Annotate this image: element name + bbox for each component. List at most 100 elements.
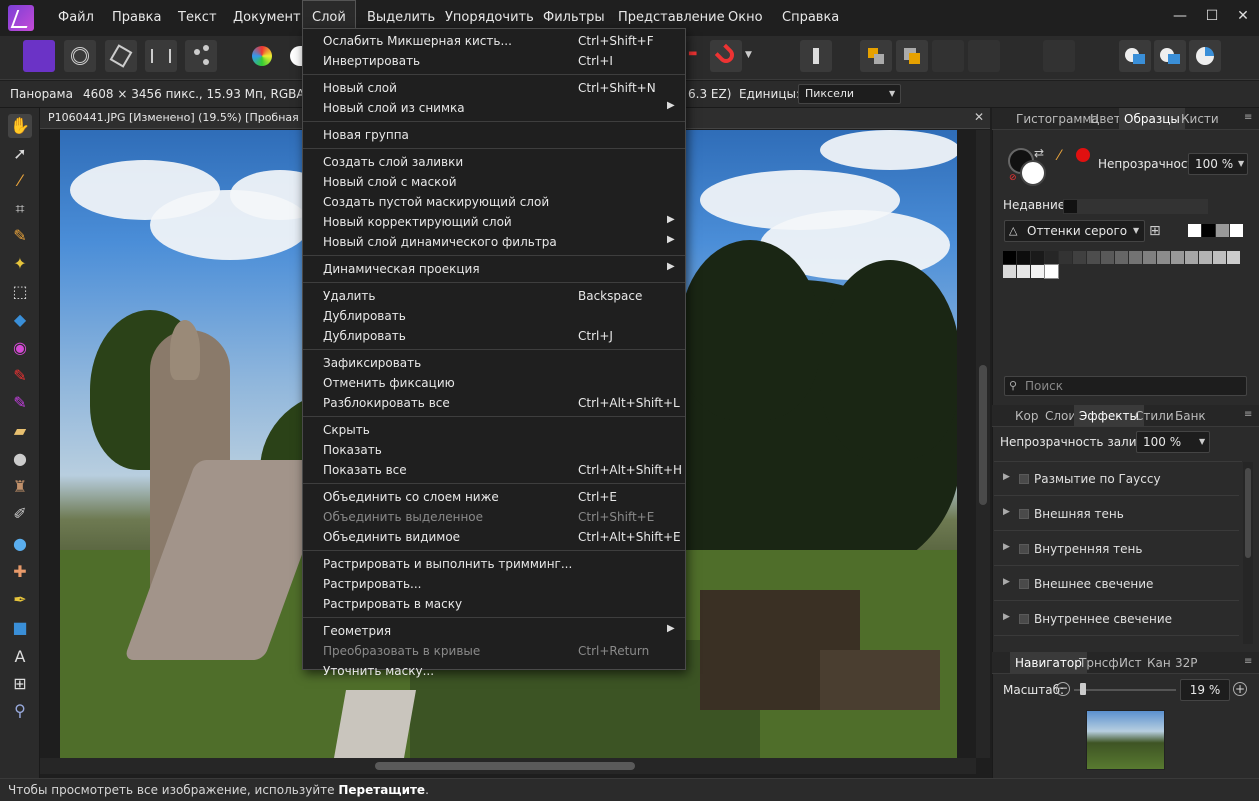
boolean-subtract-icon[interactable] [1154,40,1186,72]
tab-brushes[interactable]: Кисти [1176,108,1224,130]
swatch-search-input[interactable]: Поиск ⚲ [1004,376,1247,396]
arrange-front-icon[interactable] [932,40,964,72]
accent-color-swatch-icon[interactable] [1076,148,1090,162]
effect-checkbox[interactable] [1019,474,1029,484]
mask-icon[interactable]: ▬ [688,48,702,60]
vertical-scroll-thumb[interactable] [979,365,987,505]
menu-help[interactable]: Справка [773,0,848,36]
menu-item[interactable]: Новый слой Ctrl+Shift+N [303,78,685,98]
smudge-tool-icon[interactable]: ✐ [8,502,32,526]
menu-edit[interactable]: Правка [103,0,170,36]
swatch[interactable] [1031,251,1044,264]
effect-checkbox[interactable] [1019,509,1029,519]
swatch[interactable] [1115,251,1128,264]
menu-item[interactable]: Растрировать и выполнить тримминг... [303,554,685,574]
dodge-tool-icon[interactable]: ● [8,447,32,471]
swatch[interactable] [1073,251,1086,264]
rectangle-tool-icon[interactable]: ■ [8,616,32,640]
swatch[interactable] [1199,251,1212,264]
tab-stock[interactable]: Банк [1170,405,1211,427]
menu-item[interactable]: Новая группа [303,125,685,145]
navigator-thumbnail[interactable] [1086,710,1165,770]
menu-item[interactable]: Скрыть [303,420,685,440]
recent-swatch[interactable] [1064,200,1077,213]
hand-tool-icon[interactable]: ✋ [8,114,32,138]
palette-options-icon[interactable]: ⊞ [1149,223,1161,239]
menu-item[interactable]: Новый слой динамического фильтра ▶ [303,232,685,252]
swatch[interactable] [1171,251,1184,264]
zoom-tool-icon[interactable]: ⚲ [8,699,32,723]
menu-item[interactable]: Отменить фиксацию [303,373,685,393]
magic-wand-tool-icon[interactable]: ✦ [8,252,32,276]
maximize-button[interactable]: ☐ [1196,0,1228,32]
swatch[interactable] [1129,251,1142,264]
effect-outer-shadow[interactable]: ▶ Внешняя тень [994,497,1239,531]
menu-item[interactable]: Новый корректирующий слой ▶ [303,212,685,232]
expand-icon[interactable]: ▶ [1003,612,1010,622]
menu-item[interactable]: Зафиксировать [303,353,685,373]
swatch[interactable] [1017,251,1030,264]
expand-icon[interactable]: ▶ [1003,507,1010,517]
tab-adjustments[interactable]: Кор [1010,405,1043,427]
palette-select[interactable]: Оттенки серого △ ▼ [1004,220,1145,242]
zoom-slider-handle[interactable] [1080,683,1086,695]
snapping-magnet-icon[interactable] [710,40,742,72]
close-window-button[interactable]: ✕ [1227,0,1259,32]
menu-item[interactable]: Дублировать Ctrl+J [303,326,685,346]
color-picker-tool-icon[interactable]: ⁄ [8,169,32,193]
opacity-field[interactable]: 100 % ▼ [1188,153,1248,175]
selection-brush-tool-icon[interactable]: ✎ [8,224,32,248]
effect-checkbox[interactable] [1019,579,1029,589]
photo-persona-icon[interactable] [23,40,55,72]
marquee-tool-icon[interactable]: ⬚ [8,280,32,304]
arrange-back-icon[interactable] [860,40,892,72]
arrange-forward-icon[interactable] [896,40,928,72]
zoom-in-icon[interactable]: + [1233,682,1247,696]
menu-item[interactable]: Растрировать... [303,574,685,594]
liquify-persona-icon[interactable] [64,40,96,72]
swatch[interactable] [1003,251,1016,264]
tab-swatches[interactable]: Образцы [1119,108,1185,130]
effect-outer-glow[interactable]: ▶ Внешнее свечение [994,567,1239,601]
paint-brush-tool-icon[interactable]: ✎ [8,364,32,388]
close-document-icon[interactable]: ✕ [974,110,984,124]
menu-item[interactable]: Показать все Ctrl+Alt+Shift+H [303,460,685,480]
move-tool-icon[interactable]: ➚ [8,142,32,166]
units-select[interactable]: Пиксели ▼ [798,84,901,104]
swatch[interactable] [1227,251,1240,264]
no-fill-icon[interactable]: ⊘ [1009,173,1017,183]
panel-menu-icon[interactable]: ≡ [1244,112,1252,123]
erase-tool-icon[interactable]: ▰ [8,419,32,443]
crop-tool-icon[interactable]: ⌗ [8,197,32,221]
fill-opacity-field[interactable]: 100 % ▼ [1136,431,1210,453]
swatch[interactable] [1143,251,1156,264]
swatch[interactable] [1059,251,1072,264]
tone-mapping-persona-icon[interactable] [145,40,177,72]
menu-item[interactable]: Объединить видимое Ctrl+Alt+Shift+E [303,527,685,547]
swatch[interactable] [1003,265,1016,278]
boolean-intersect-icon[interactable] [1189,40,1221,72]
mesh-warp-tool-icon[interactable]: ⊞ [8,672,32,696]
none-swatch[interactable] [1188,224,1201,237]
menu-item[interactable]: Новый слой с маской [303,172,685,192]
effect-checkbox[interactable] [1019,614,1029,624]
zoom-field[interactable]: 19 % [1180,679,1230,701]
menu-item[interactable]: Геометрия ▶ [303,621,685,641]
brush-tool-icon[interactable] [800,40,832,72]
menu-item[interactable]: Новый слой из снимка ▶ [303,98,685,118]
menu-item[interactable]: Объединить со слоем ниже Ctrl+E [303,487,685,507]
zoom-out-icon[interactable]: − [1056,682,1070,696]
blur-tool-icon[interactable]: ● [8,532,32,556]
secondary-color-icon[interactable] [1020,160,1046,186]
tab-32p[interactable]: 32P [1170,652,1203,674]
effect-inner-shadow[interactable]: ▶ Внутренняя тень [994,532,1239,566]
develop-persona-icon[interactable] [105,40,137,72]
menu-item[interactable]: Ослабить Микшерная кисть... Ctrl+Shift+F [303,31,685,51]
gradient-tool-icon[interactable]: ◉ [8,336,32,360]
swatch[interactable] [1185,251,1198,264]
effects-scrollbar[interactable] [1243,462,1253,644]
menu-item[interactable]: Дублировать [303,306,685,326]
swatch[interactable] [1031,265,1044,278]
snapping-dropdown-icon[interactable]: ▼ [745,50,752,60]
menu-item[interactable]: Уточнить маску... [303,661,685,681]
